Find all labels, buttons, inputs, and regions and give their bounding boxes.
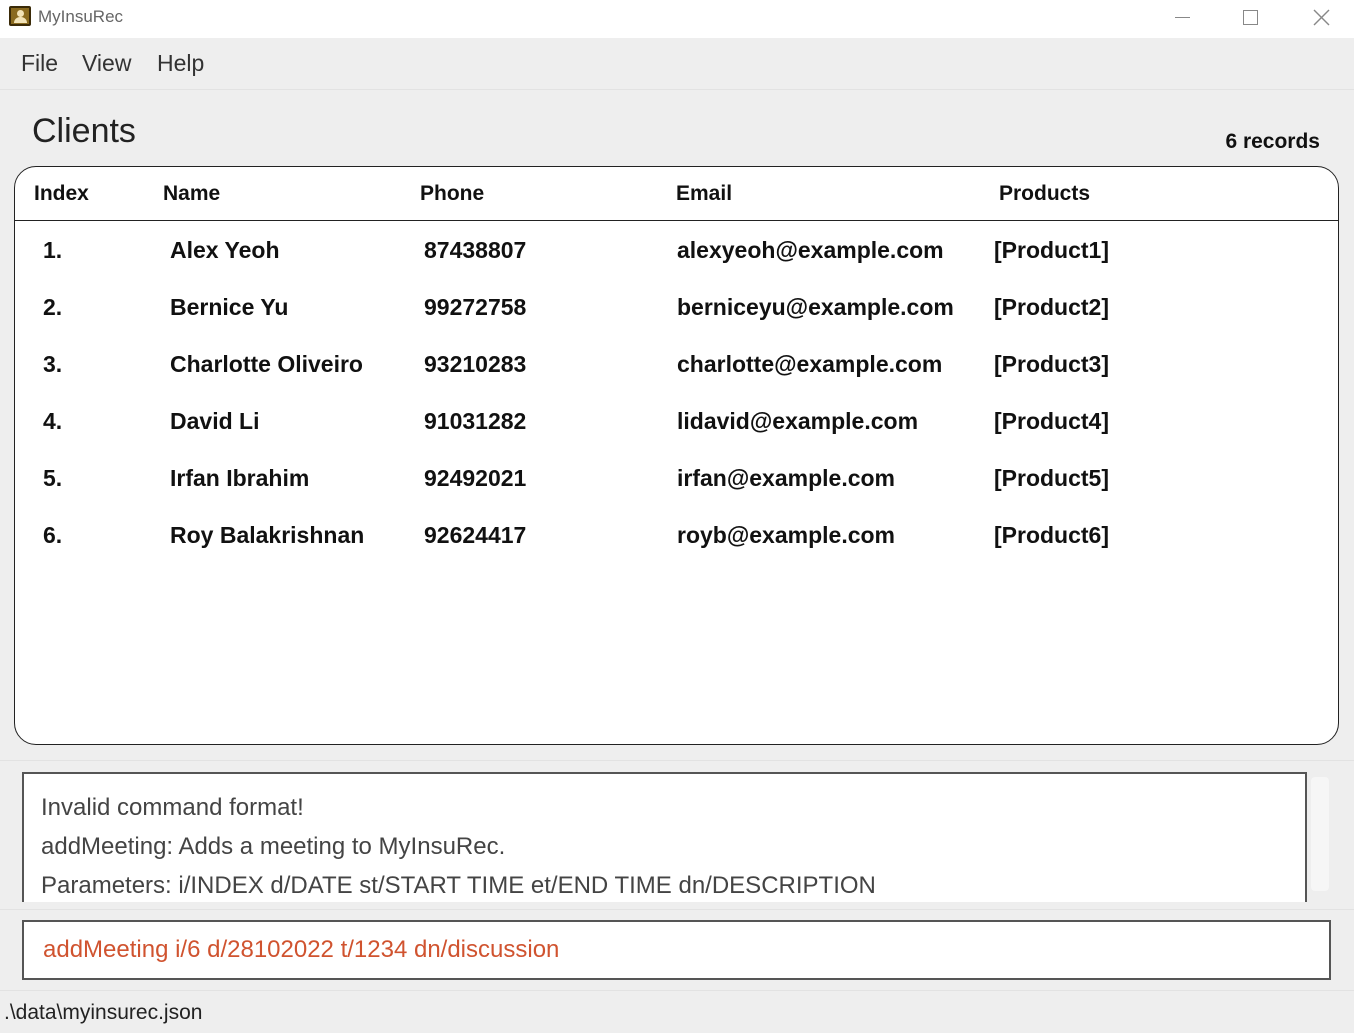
- title-bar: MyInsuRec: [0, 0, 1354, 38]
- status-bar: .\data\myinsurec.json: [0, 990, 1354, 1033]
- cell-index: 4.: [43, 408, 63, 434]
- maximize-icon: [1242, 9, 1258, 25]
- cell-name: Charlotte Oliveiro: [170, 351, 363, 377]
- cell-phone: 99272758: [424, 294, 527, 320]
- column-header-email[interactable]: Email: [676, 182, 732, 206]
- column-header-products[interactable]: Products: [999, 182, 1090, 206]
- cell-phone: 92492021: [424, 465, 527, 491]
- save-file-path: .\data\myinsurec.json: [4, 1001, 203, 1024]
- window-title: MyInsuRec: [38, 7, 124, 26]
- cell-name: David Li: [170, 408, 260, 434]
- cell-phone: 93210283: [424, 351, 527, 377]
- minimize-button[interactable]: [1152, 0, 1212, 34]
- result-scrollbar[interactable]: [1311, 777, 1329, 891]
- cell-email: charlotte@example.com: [677, 351, 943, 377]
- cell-products: [Product5]: [994, 465, 1109, 491]
- column-header-phone[interactable]: Phone: [420, 182, 484, 206]
- client-table: Index Name Phone Email Products 1. Alex …: [14, 166, 1339, 745]
- cell-name: Bernice Yu: [170, 294, 289, 320]
- cell-products: [Product1]: [994, 237, 1109, 263]
- menu-help[interactable]: Help: [157, 50, 204, 77]
- cell-email: berniceyu@example.com: [677, 294, 954, 320]
- cell-index: 5.: [43, 465, 63, 491]
- cell-index: 6.: [43, 522, 63, 548]
- table-row[interactable]: 3. Charlotte Oliveiro 93210283 charlotte…: [15, 351, 1338, 408]
- minimize-icon: [1174, 16, 1190, 18]
- menu-view[interactable]: View: [82, 50, 131, 77]
- menu-bar: File View Help: [0, 38, 1354, 90]
- cell-name: Irfan Ibrahim: [170, 465, 310, 491]
- table-row[interactable]: 2. Bernice Yu 99272758 berniceyu@example…: [15, 294, 1338, 351]
- table-header: Index Name Phone Email Products: [15, 167, 1338, 221]
- cell-email: irfan@example.com: [677, 465, 896, 491]
- table-row[interactable]: 6. Roy Balakrishnan 92624417 royb@exampl…: [15, 522, 1338, 579]
- result-line: Invalid command format!: [41, 794, 304, 821]
- maximize-button[interactable]: [1220, 0, 1280, 34]
- cell-email: alexyeoh@example.com: [677, 237, 944, 263]
- cell-index: 1.: [43, 237, 63, 263]
- menu-file[interactable]: File: [21, 50, 58, 77]
- result-line: Parameters: i/INDEX d/DATE st/START TIME…: [41, 872, 876, 899]
- table-row[interactable]: 5. Irfan Ibrahim 92492021 irfan@example.…: [15, 465, 1338, 522]
- cell-name: Roy Balakrishnan: [170, 522, 365, 548]
- column-header-index[interactable]: Index: [34, 182, 89, 206]
- column-header-name[interactable]: Name: [163, 182, 220, 206]
- cell-products: [Product2]: [994, 294, 1109, 320]
- cell-index: 2.: [43, 294, 63, 320]
- cell-phone: 91031282: [424, 408, 527, 434]
- cell-phone: 92624417: [424, 522, 527, 548]
- cell-index: 3.: [43, 351, 63, 377]
- cell-products: [Product6]: [994, 522, 1109, 548]
- cell-email: royb@example.com: [677, 522, 896, 548]
- close-button[interactable]: [1291, 0, 1351, 34]
- page-title: Clients: [32, 112, 136, 150]
- result-line: addMeeting: Adds a meeting to MyInsuRec.: [41, 833, 506, 860]
- cell-email: lidavid@example.com: [677, 408, 919, 434]
- result-panel: Invalid command format! addMeeting: Adds…: [0, 760, 1354, 910]
- cell-name: Alex Yeoh: [170, 237, 280, 263]
- app-contact-icon: [9, 6, 31, 26]
- command-input[interactable]: addMeeting i/6 d/28102022 t/1234 dn/disc…: [22, 920, 1331, 980]
- table-row[interactable]: 1. Alex Yeoh 87438807 alexyeoh@example.c…: [15, 237, 1338, 294]
- record-count: 6 records: [1225, 130, 1320, 153]
- cell-products: [Product3]: [994, 351, 1109, 377]
- close-icon: [1313, 9, 1329, 25]
- cell-products: [Product4]: [994, 408, 1109, 434]
- table-row[interactable]: 4. David Li 91031282 lidavid@example.com…: [15, 408, 1338, 465]
- cell-phone: 87438807: [424, 237, 527, 263]
- result-display[interactable]: Invalid command format! addMeeting: Adds…: [22, 772, 1307, 902]
